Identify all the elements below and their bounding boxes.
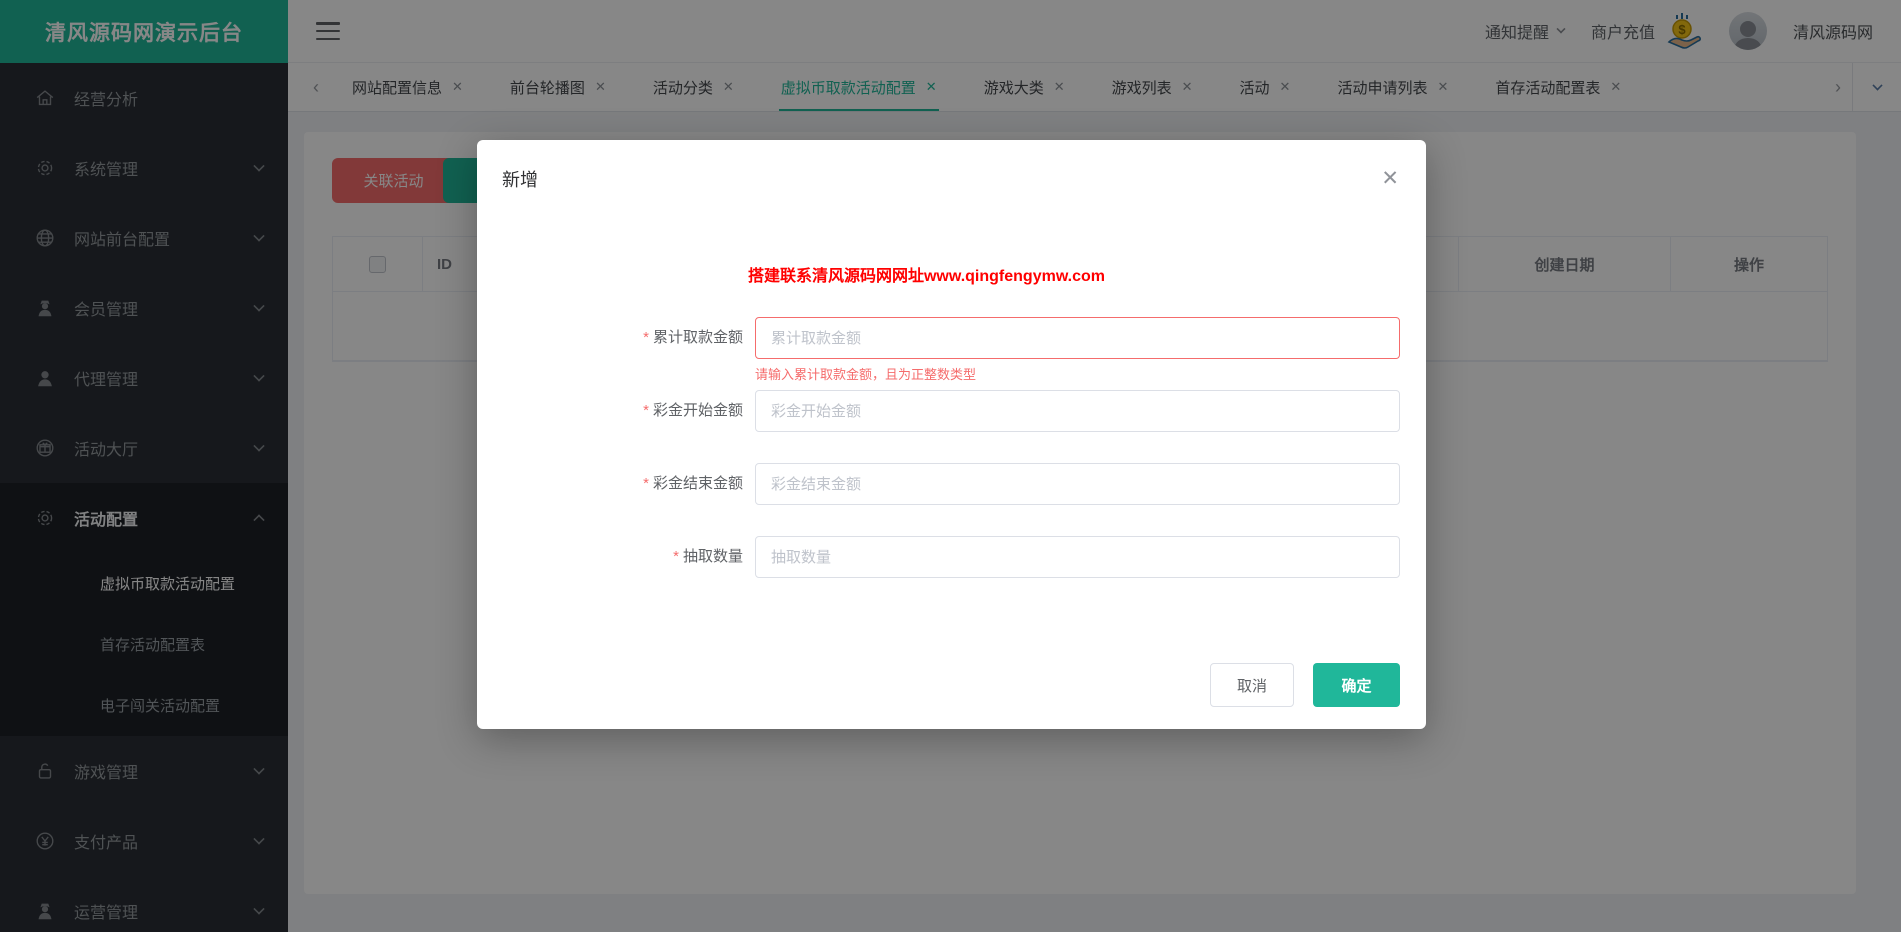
required-asterisk: * [643, 402, 649, 419]
field-label: *彩金结束金额 [477, 463, 755, 505]
form-row-draw-quantity: *抽取数量 [477, 536, 1400, 578]
form-row-cumulative-withdrawal-amount: *累计取款金额请输入累计取款金额，且为正整数类型 [477, 317, 1400, 359]
promo-text: 搭建联系清风源码网网址www.qingfengymw.com [477, 262, 1376, 286]
dialog-close-icon[interactable]: ✕ [1381, 168, 1399, 189]
dialog-footer: 取消 确定 [1210, 663, 1400, 707]
input-bonus-start-amount[interactable] [755, 390, 1400, 432]
field-error-message: 请输入累计取款金额，且为正整数类型 [755, 364, 976, 383]
input-bonus-end-amount[interactable] [755, 463, 1400, 505]
required-asterisk: * [643, 329, 649, 346]
form-row-bonus-start-amount: *彩金开始金额 [477, 390, 1400, 432]
dialog-form: *累计取款金额请输入累计取款金额，且为正整数类型*彩金开始金额*彩金结束金额*抽… [477, 317, 1400, 609]
field-label: *彩金开始金额 [477, 390, 755, 432]
input-draw-quantity[interactable] [755, 536, 1400, 578]
add-dialog: 新增 ✕ 搭建联系清风源码网网址www.qingfengymw.com *累计取… [477, 140, 1426, 729]
confirm-button[interactable]: 确定 [1313, 663, 1400, 707]
required-asterisk: * [673, 548, 679, 565]
app-window: 清风源码网演示后台 经营分析系统管理网站前台配置会员管理代理管理活动大厅活动配置… [0, 0, 1901, 932]
input-cumulative-withdrawal-amount[interactable] [755, 317, 1400, 359]
form-row-bonus-end-amount: *彩金结束金额 [477, 463, 1400, 505]
dialog-title: 新增 [502, 166, 538, 192]
required-asterisk: * [643, 475, 649, 492]
field-label: *累计取款金额 [477, 317, 755, 359]
cancel-button[interactable]: 取消 [1210, 663, 1294, 707]
field-label: *抽取数量 [477, 536, 755, 578]
